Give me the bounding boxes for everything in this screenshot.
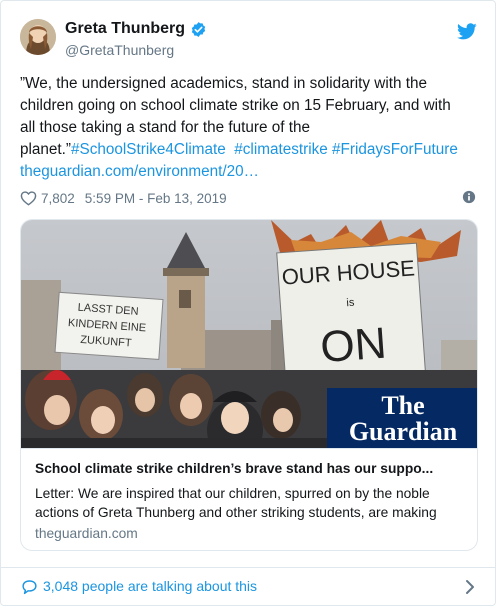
hashtag-link[interactable]: #SchoolStrike4Climate: [71, 141, 226, 158]
tweet-meta: 7,802 5:59 PM - Feb 13, 2019: [20, 188, 227, 208]
embedded-tweet-card: Greta Thunberg @GretaThunberg ”We, the u…: [0, 0, 496, 606]
article-description-line: Letter: We are inspired that our childre…: [35, 486, 430, 501]
article-image: LASST DEN KINDERN EINE ZUKUNFT OUR HOUSE…: [21, 220, 477, 448]
tweet-text-line: all those taking a stand for the future …: [20, 119, 310, 136]
article-description-line: actions of Greta Thunberg and other stri…: [35, 505, 437, 520]
like-count[interactable]: 7,802: [41, 191, 75, 206]
heart-icon[interactable]: [20, 190, 37, 206]
tweet-text-segment: planet.”: [20, 141, 72, 158]
avatar[interactable]: [20, 19, 56, 55]
article-title[interactable]: School climate strike children’s brave s…: [35, 461, 467, 476]
chevron-right-icon[interactable]: [465, 579, 475, 595]
author-name-row[interactable]: Greta Thunberg: [65, 19, 207, 39]
speech-bubble-icon: [22, 580, 37, 595]
tweet-text-line: planet.”#SchoolStrike4Climate #climatest…: [20, 139, 482, 161]
hashtag-link[interactable]: #climatestrike: [234, 141, 328, 158]
right-sign-text: ON: [319, 319, 388, 372]
tweet-text: ”We, the undersigned academics, stand in…: [20, 73, 482, 183]
author-handle[interactable]: @GretaThunberg: [65, 42, 174, 58]
tweet-text-line: theguardian.com/environment/20…: [20, 161, 482, 183]
verified-badge-icon: [191, 21, 206, 37]
guardian-logo-text: Guardian: [349, 417, 458, 446]
twitter-bird-icon[interactable]: [457, 23, 477, 40]
article-link-card[interactable]: LASST DEN KINDERN EINE ZUKUNFT OUR HOUSE…: [20, 219, 478, 551]
hashtag-link[interactable]: #FridaysForFuture: [332, 141, 458, 158]
article-url-link[interactable]: theguardian.com/environment/20…: [20, 163, 259, 180]
tweet-text-line: ”We, the undersigned academics, stand in…: [20, 75, 427, 92]
info-icon[interactable]: [462, 190, 476, 204]
conversation-footer[interactable]: 3,048 people are talking about this: [1, 567, 495, 605]
article-card-body[interactable]: School climate strike children’s brave s…: [21, 448, 477, 550]
tweet-text-line: children going on school climate strike …: [20, 97, 451, 114]
right-sign-text: is: [346, 297, 355, 310]
article-description: Letter: We are inspired that our childre…: [35, 484, 467, 522]
display-name[interactable]: Greta Thunberg: [65, 20, 185, 38]
guardian-logo-text: The: [381, 391, 424, 420]
talking-count-link[interactable]: 3,048 people are talking about this: [43, 578, 257, 594]
article-domain: theguardian.com: [35, 526, 138, 541]
tweet-timestamp[interactable]: 5:59 PM - Feb 13, 2019: [85, 191, 227, 206]
